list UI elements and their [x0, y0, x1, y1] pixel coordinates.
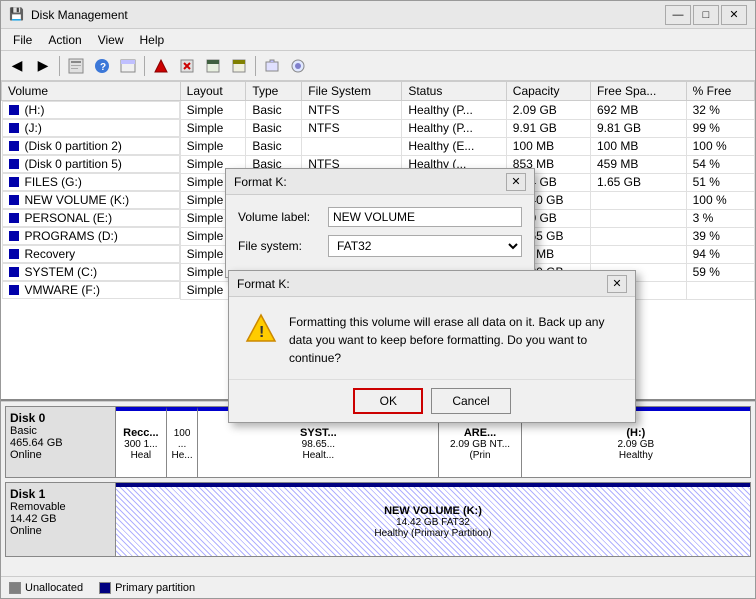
filesystem-select[interactable]: FAT32 NTFS exFAT	[328, 235, 522, 257]
cancel-button[interactable]: Cancel	[431, 388, 510, 414]
filesystem-label-text: File system:	[238, 239, 328, 253]
volume-label-row: Volume label:	[238, 207, 522, 227]
ok-button[interactable]: OK	[353, 388, 423, 414]
confirm-dialog-close[interactable]: ✕	[607, 275, 627, 293]
volume-label-text: Volume label:	[238, 210, 328, 224]
format-dialog: Format K: ✕ Volume label: File system: F…	[225, 168, 535, 278]
confirm-body: ! Formatting this volume will erase all …	[229, 297, 635, 379]
format-dialog-close[interactable]: ✕	[506, 173, 526, 191]
volume-label-input[interactable]	[328, 207, 522, 227]
format-dialog-body: Volume label: File system: FAT32 NTFS ex…	[226, 195, 534, 277]
format-dialog-title: Format K: ✕	[226, 169, 534, 195]
confirm-message: Formatting this volume will erase all da…	[289, 313, 619, 367]
confirm-dialog: Format K: ✕ ! Formatting this volume wil…	[228, 270, 636, 423]
format-dialog-title-text: Format K:	[234, 175, 287, 189]
confirm-dialog-title-text: Format K:	[237, 277, 290, 291]
svg-text:!: !	[259, 324, 264, 341]
warning-icon: !	[245, 313, 277, 345]
confirm-dialog-title: Format K: ✕	[229, 271, 635, 297]
confirm-buttons: OK Cancel	[229, 379, 635, 422]
filesystem-row: File system: FAT32 NTFS exFAT	[238, 235, 522, 257]
dialog-overlay: Format K: ✕ Volume label: File system: F…	[0, 0, 756, 599]
